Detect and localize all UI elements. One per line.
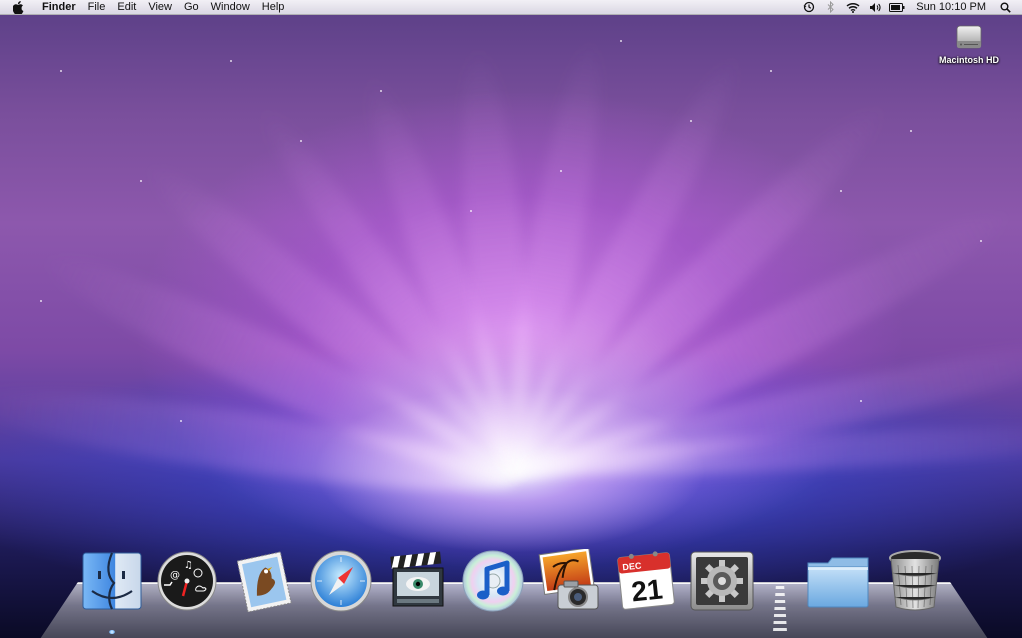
ical-day: 21 (630, 573, 664, 607)
wifi-icon[interactable] (844, 0, 862, 15)
trash-icon (889, 550, 941, 611)
dashboard-icon: @ ♫ (157, 551, 217, 611)
bluetooth-icon[interactable] (822, 0, 840, 15)
finder-icon (82, 552, 142, 610)
desktop-icon-macintosh-hd[interactable]: Macintosh HD (932, 22, 1006, 65)
ical-month: DEC (622, 560, 642, 572)
wallpaper-star (300, 140, 302, 142)
dock-item-finder[interactable] (79, 548, 145, 614)
apple-logo-icon (12, 0, 23, 14)
ical-icon: DEC 21 (617, 551, 675, 610)
menu-go[interactable]: Go (178, 0, 205, 15)
menu-view[interactable]: View (142, 0, 178, 15)
apple-menu[interactable] (0, 0, 36, 15)
wallpaper-star (140, 180, 142, 182)
dock-item-itunes[interactable] (460, 548, 526, 614)
menu-bar: Finder File Edit View Go Window Help Sun… (0, 0, 1022, 15)
dock-item-system-preferences[interactable] (689, 548, 755, 614)
menu-clock[interactable]: Sun 10:10 PM (908, 0, 994, 15)
wallpaper-star (620, 40, 622, 42)
menu-bar-left: Finder File Edit View Go Window Help (0, 0, 290, 15)
wallpaper-star (40, 300, 42, 302)
menu-window[interactable]: Window (205, 0, 256, 15)
wallpaper-star (560, 170, 562, 172)
svg-text:@: @ (170, 570, 180, 581)
dock-item-documents[interactable] (805, 548, 871, 614)
wallpaper-star (860, 400, 862, 402)
system-preferences-icon (690, 551, 754, 611)
mail-icon (236, 551, 292, 612)
wallpaper-star (470, 210, 472, 212)
dock-item-iphoto[interactable] (537, 548, 603, 614)
folder-icon (807, 557, 869, 608)
svg-text:♫: ♫ (184, 560, 193, 571)
wallpaper-star (180, 420, 182, 422)
spotlight-search-icon[interactable] (996, 0, 1014, 15)
dock-item-ical[interactable]: DEC 21 (613, 548, 679, 614)
wallpaper-star (230, 60, 232, 62)
battery-icon[interactable] (888, 0, 906, 15)
dock-item-front-row[interactable] (385, 548, 451, 614)
wallpaper-star (60, 70, 62, 72)
dock-item-safari[interactable] (308, 548, 374, 614)
wallpaper-star (690, 120, 692, 122)
menu-file[interactable]: File (82, 0, 112, 15)
wallpaper-star (380, 90, 382, 92)
finder-running-indicator (109, 630, 115, 634)
hard-drive-icon (956, 25, 982, 49)
dock-item-dashboard[interactable]: @ ♫ (154, 548, 220, 614)
wallpaper-star (980, 240, 982, 242)
front-row-icon (390, 551, 444, 607)
menu-bar-extras: Sun 10:10 PM (798, 0, 1022, 15)
itunes-icon (462, 550, 524, 612)
dock-item-trash[interactable] (882, 548, 948, 614)
dock-item-mail[interactable] (231, 548, 297, 614)
menu-app-name[interactable]: Finder (36, 0, 82, 15)
safari-icon (310, 550, 372, 612)
wallpaper-star (840, 190, 842, 192)
menu-help[interactable]: Help (256, 0, 291, 15)
menu-edit[interactable]: Edit (111, 0, 142, 15)
volume-icon[interactable] (866, 0, 884, 15)
wallpaper-star (910, 130, 912, 132)
desktop-icon-label: Macintosh HD (938, 55, 999, 65)
time-machine-icon[interactable] (800, 0, 818, 15)
iphoto-icon (538, 549, 599, 610)
desktop[interactable]: Finder File Edit View Go Window Help Sun… (0, 0, 1022, 638)
wallpaper-star (770, 70, 772, 72)
